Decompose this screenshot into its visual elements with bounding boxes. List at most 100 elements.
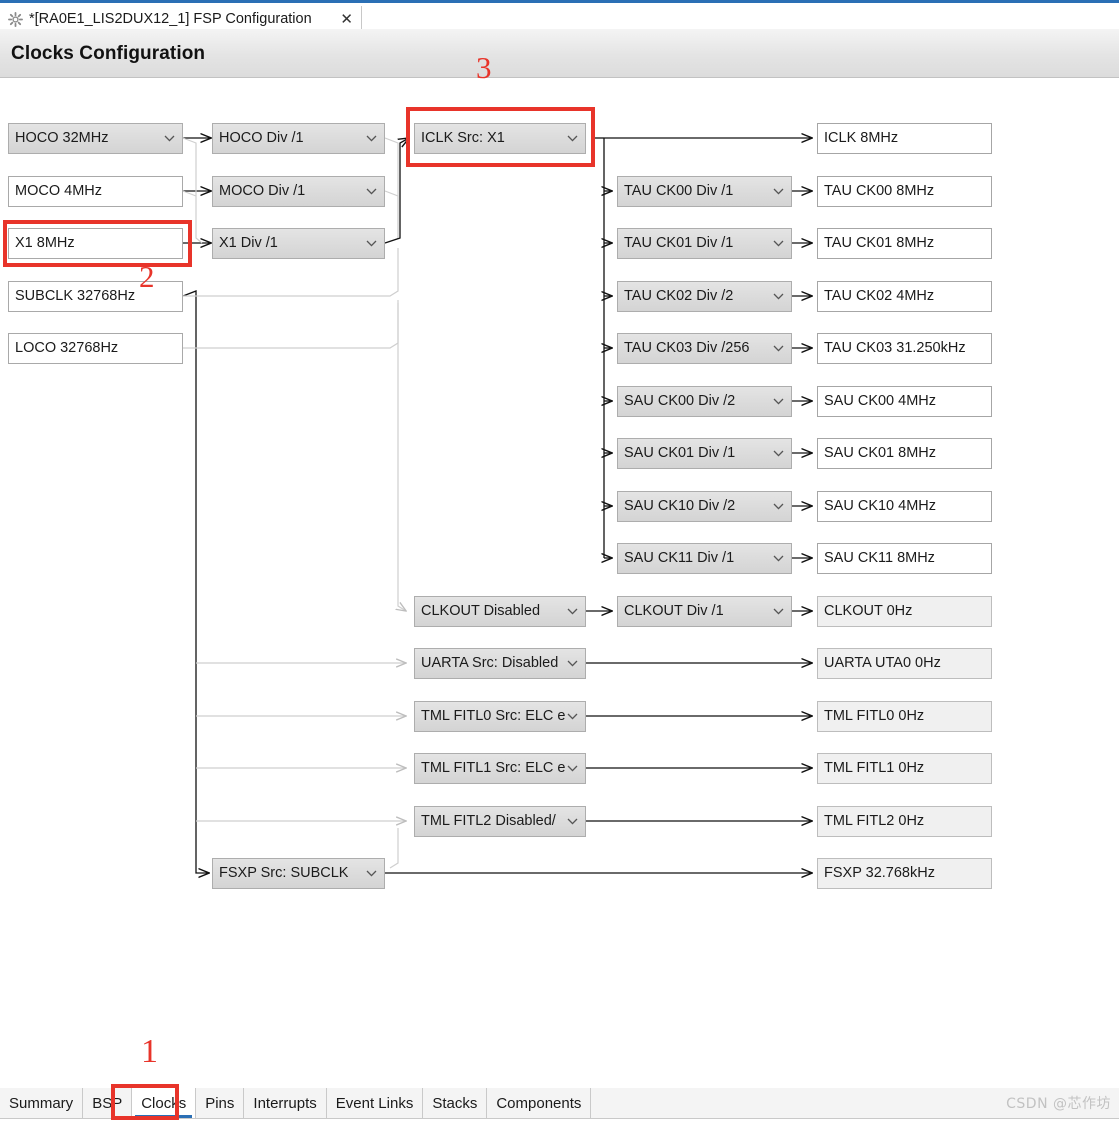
tau-ck01-out-label: TAU CK01 8MHz (824, 235, 935, 251)
moco-source-node[interactable]: MOCO 4MHz (8, 176, 183, 207)
tml-fitl1-src-label: TML FITL1 Src: ELC e (421, 760, 566, 776)
clkout-src-node[interactable]: CLKOUT Disabled (414, 596, 586, 627)
sau-ck10-out-label: SAU CK10 4MHz (824, 498, 937, 514)
chevron-down-icon (773, 387, 784, 416)
tab-stacks[interactable]: Stacks (423, 1088, 488, 1118)
tab-components-label: Components (496, 1094, 582, 1112)
sau-ck01-out-label: SAU CK01 8MHz (824, 445, 937, 461)
chevron-down-icon (567, 702, 578, 731)
tml-fitl1-src-node[interactable]: TML FITL1 Src: ELC e (414, 753, 586, 784)
uarta-src-node[interactable]: UARTA Src: Disabled (414, 648, 586, 679)
tau-ck03-div-node[interactable]: TAU CK03 Div /256 (617, 333, 792, 364)
sau-ck01-div-label: SAU CK01 Div /1 (624, 445, 736, 461)
subclk-source-label: SUBCLK 32768Hz (15, 288, 136, 304)
iclk-src-label: ICLK Src: X1 (421, 130, 505, 146)
tab-pins[interactable]: Pins (196, 1088, 245, 1118)
chevron-down-icon (567, 754, 578, 783)
moco-div-label: MOCO Div /1 (219, 183, 306, 199)
clkout-div-node[interactable]: CLKOUT Div /1 (617, 596, 792, 627)
tml-fitl0-out-label: TML FITL0 0Hz (824, 708, 925, 724)
sau-ck01-out-node: SAU CK01 8MHz (817, 438, 992, 469)
sau-ck11-out-node: SAU CK11 8MHz (817, 543, 992, 574)
iclk-src-node[interactable]: ICLK Src: X1 (414, 123, 586, 154)
loco-source-node[interactable]: LOCO 32768Hz (8, 333, 183, 364)
tau-ck02-div-node[interactable]: TAU CK02 Div /2 (617, 281, 792, 312)
chevron-down-icon (366, 177, 377, 206)
chevron-down-icon (567, 649, 578, 678)
fsxp-out-node: FSXP 32.768kHz (817, 858, 992, 889)
hoco-source-label: HOCO 32MHz (15, 130, 109, 146)
chevron-down-icon (567, 124, 578, 153)
sau-ck10-div-label: SAU CK10 Div /2 (624, 498, 736, 514)
close-icon[interactable]: ✕ (340, 12, 353, 27)
chevron-down-icon (773, 282, 784, 311)
sau-ck11-out-label: SAU CK11 8MHz (824, 550, 935, 566)
sau-ck00-div-node[interactable]: SAU CK00 Div /2 (617, 386, 792, 417)
uarta-src-label: UARTA Src: Disabled (421, 655, 559, 671)
tau-ck02-div-label: TAU CK02 Div /2 (624, 288, 734, 304)
moco-source-label: MOCO 4MHz (15, 183, 102, 199)
tab-bsp-label: BSP (92, 1094, 123, 1112)
bottom-tabstrip: Summary BSP Clocks Pins Interrupts Event… (0, 1088, 1119, 1119)
tml-fitl1-out-label: TML FITL1 0Hz (824, 760, 925, 776)
page-title: Clocks Configuration (11, 43, 206, 64)
clocks-diagram-canvas: HOCO 32MHz MOCO 4MHz X1 8MHz SUBCLK 3276… (0, 78, 1119, 1084)
chevron-down-icon (773, 229, 784, 258)
tab-pins-label: Pins (205, 1094, 235, 1112)
tau-ck01-div-label: TAU CK01 Div /1 (624, 235, 734, 251)
subclk-source-node[interactable]: SUBCLK 32768Hz (8, 281, 183, 312)
iclk-out-node: ICLK 8MHz (817, 123, 992, 154)
chevron-down-icon (164, 124, 175, 153)
sau-ck11-div-node[interactable]: SAU CK11 Div /1 (617, 543, 792, 574)
tml-fitl0-out-node: TML FITL0 0Hz (817, 701, 992, 732)
hoco-div-label: HOCO Div /1 (219, 130, 304, 146)
chevron-down-icon (366, 124, 377, 153)
chevron-down-icon (366, 859, 377, 888)
chevron-down-icon (366, 229, 377, 258)
fsxp-src-node[interactable]: FSXP Src: SUBCLK (212, 858, 385, 889)
tml-fitl2-src-label: TML FITL2 Disabled/ (421, 813, 556, 829)
tab-clocks[interactable]: Clocks (132, 1088, 197, 1118)
tab-event-links-label: Event Links (335, 1094, 414, 1112)
tab-summary[interactable]: Summary (0, 1088, 84, 1118)
tab-interrupts[interactable]: Interrupts (244, 1088, 327, 1118)
chevron-down-icon (773, 439, 784, 468)
x1-div-node[interactable]: X1 Div /1 (212, 228, 385, 259)
x1-source-node[interactable]: X1 8MHz (8, 228, 183, 259)
tau-ck03-out-node: TAU CK03 31.250kHz (817, 333, 992, 364)
sau-ck00-div-label: SAU CK00 Div /2 (624, 393, 736, 409)
hoco-source-node[interactable]: HOCO 32MHz (8, 123, 183, 154)
sau-ck11-div-label: SAU CK11 Div /1 (624, 550, 735, 566)
tau-ck02-out-label: TAU CK02 4MHz (824, 288, 935, 304)
loco-source-label: LOCO 32768Hz (15, 340, 119, 356)
hoco-div-node[interactable]: HOCO Div /1 (212, 123, 385, 154)
tab-summary-label: Summary (9, 1094, 74, 1112)
clkout-src-label: CLKOUT Disabled (421, 603, 541, 619)
tau-ck00-div-node[interactable]: TAU CK00 Div /1 (617, 176, 792, 207)
tml-fitl0-src-node[interactable]: TML FITL0 Src: ELC e (414, 701, 586, 732)
chevron-down-icon (567, 597, 578, 626)
sau-ck00-out-label: SAU CK00 4MHz (824, 393, 937, 409)
clkout-out-node: CLKOUT 0Hz (817, 596, 992, 627)
moco-div-node[interactable]: MOCO Div /1 (212, 176, 385, 207)
tau-ck00-div-label: TAU CK00 Div /1 (624, 183, 734, 199)
iclk-out-label: ICLK 8MHz (824, 130, 899, 146)
chevron-down-icon (773, 597, 784, 626)
clkout-out-label: CLKOUT 0Hz (824, 603, 913, 619)
uarta-out-node: UARTA UTA0 0Hz (817, 648, 992, 679)
tab-components[interactable]: Components (487, 1088, 592, 1118)
tau-ck03-div-label: TAU CK03 Div /256 (624, 340, 750, 356)
editor-tabstrip: *[RA0E1_LIS2DUX12_1] FSP Configuration ✕ (0, 3, 1119, 32)
tau-ck01-div-node[interactable]: TAU CK01 Div /1 (617, 228, 792, 259)
fsxp-out-label: FSXP 32.768kHz (824, 865, 935, 881)
sau-ck01-div-node[interactable]: SAU CK01 Div /1 (617, 438, 792, 469)
tab-event-links[interactable]: Event Links (326, 1088, 424, 1118)
editor-tab-title: *[RA0E1_LIS2DUX12_1] FSP Configuration (29, 11, 312, 27)
tab-bsp[interactable]: BSP (83, 1088, 133, 1118)
tau-ck02-out-node: TAU CK02 4MHz (817, 281, 992, 312)
chevron-down-icon (567, 807, 578, 836)
gear-icon (8, 11, 23, 27)
sau-ck10-div-node[interactable]: SAU CK10 Div /2 (617, 491, 792, 522)
tml-fitl2-src-node[interactable]: TML FITL2 Disabled/ (414, 806, 586, 837)
chevron-down-icon (773, 177, 784, 206)
